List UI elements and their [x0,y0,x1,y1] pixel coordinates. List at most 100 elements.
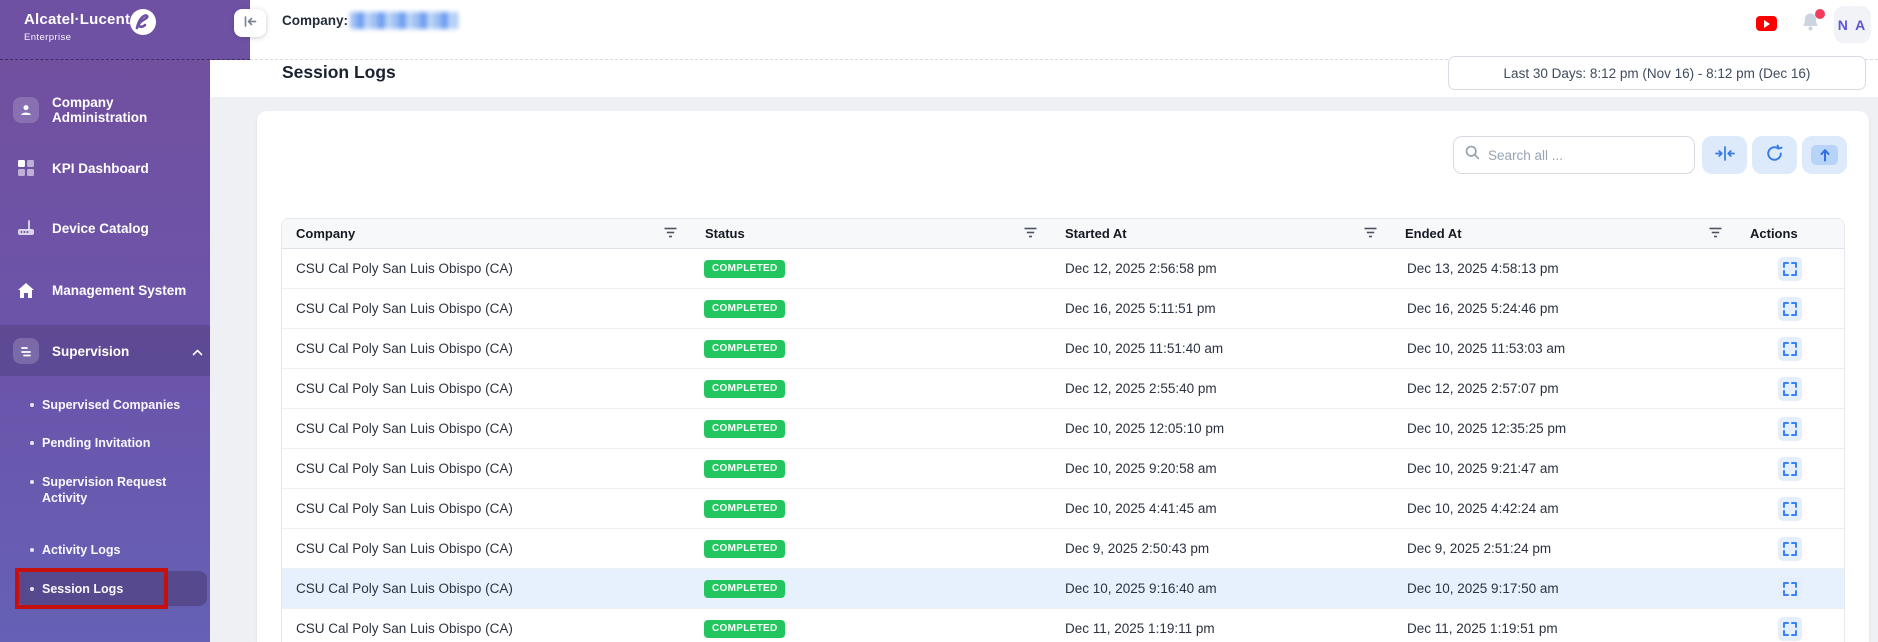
notification-dot [1815,9,1825,19]
ended-at-cell: Dec 12, 2025 2:57:07 pm [1407,381,1559,396]
table-row[interactable]: CSU Cal Poly San Luis Obispo (CA) COMPLE… [282,409,1844,449]
table-row[interactable]: CSU Cal Poly San Luis Obispo (CA) COMPLE… [282,569,1844,609]
expand-row-button[interactable] [1778,416,1802,441]
grid-icon [13,155,39,181]
filter-icon[interactable] [1709,226,1722,241]
column-header-started-at[interactable]: Started At [1051,219,1391,248]
table-row[interactable]: CSU Cal Poly San Luis Obispo (CA) COMPLE… [282,609,1844,642]
sidebar: Company Administration KPI Dashboard Dev… [0,60,210,642]
ended-at-cell: Dec 10, 2025 9:21:47 am [1407,461,1559,476]
brand-name: Alcatel·Lucent [24,11,131,28]
company-cell: CSU Cal Poly San Luis Obispo (CA) [296,581,513,596]
status-badge: COMPLETED [704,379,786,398]
table-row[interactable]: CSU Cal Poly San Luis Obispo (CA) COMPLE… [282,329,1844,369]
ale-logo-icon [128,7,158,42]
sidebar-item-kpi-dashboard[interactable]: KPI Dashboard [0,148,210,188]
brand-logo-block: Alcatel·Lucent Enterprise [0,0,250,60]
column-header-actions: Actions [1750,226,1798,241]
filter-icon[interactable] [1024,226,1037,241]
started-at-cell: Dec 10, 2025 11:51:40 am [1065,341,1224,356]
ended-at-cell: Dec 10, 2025 12:35:25 pm [1407,421,1567,436]
expand-row-button[interactable] [1778,616,1802,641]
session-logs-table: Company Status Started At Ended At Actio… [281,218,1845,642]
youtube-icon[interactable] [1756,16,1777,31]
table-row[interactable]: CSU Cal Poly San Luis Obispo (CA) COMPLE… [282,449,1844,489]
expand-row-button[interactable] [1778,576,1802,601]
started-at-cell: Dec 10, 2025 9:20:58 am [1065,461,1217,476]
started-at-cell: Dec 11, 2025 1:19:11 pm [1065,621,1215,636]
started-at-cell: Dec 10, 2025 9:16:40 am [1065,581,1217,596]
status-badge: COMPLETED [704,579,786,598]
table-row[interactable]: CSU Cal Poly San Luis Obispo (CA) COMPLE… [282,289,1844,329]
collapse-columns-button[interactable] [1702,136,1747,174]
filter-icon[interactable] [1364,226,1377,241]
sidebar-item-label: Management System [52,282,187,298]
started-at-cell: Dec 10, 2025 12:05:10 pm [1065,421,1225,436]
sidebar-item-label: KPI Dashboard [52,160,149,176]
notifications-bell-icon[interactable] [1801,9,1825,37]
table-row[interactable]: CSU Cal Poly San Luis Obispo (CA) COMPLE… [282,369,1844,409]
table-header-row: Company Status Started At Ended At Actio… [282,219,1844,249]
status-badge: COMPLETED [704,539,786,558]
sidebar-item-session-logs[interactable]: Session Logs [29,581,123,597]
expand-row-button[interactable] [1778,296,1802,321]
ended-at-cell: Dec 10, 2025 11:53:03 am [1407,341,1566,356]
expand-row-button[interactable] [1778,456,1802,481]
search-input[interactable] [1488,147,1683,163]
started-at-cell: Dec 12, 2025 2:55:40 pm [1065,381,1217,396]
sidebar-item-company-administration[interactable]: Company Administration [0,90,210,130]
column-header-ended-at[interactable]: Ended At [1391,219,1736,248]
sidebar-collapse-button[interactable] [234,9,266,37]
column-header-company[interactable]: Company [282,219,691,248]
home-icon [13,277,39,303]
date-range-picker[interactable]: Last 30 Days: 8:12 pm (Nov 16) - 8:12 pm… [1448,56,1866,90]
collapse-arrow-icon [242,15,258,31]
sidebar-item-supervision-request-activity[interactable]: Supervision Request Activity [30,474,167,506]
sidebar-item-label: Supervision [52,343,130,359]
filter-icon[interactable] [664,226,677,241]
ended-at-cell: Dec 9, 2025 2:51:24 pm [1407,541,1552,556]
chevron-up-icon [192,343,203,361]
company-cell: CSU Cal Poly San Luis Obispo (CA) [296,461,513,476]
refresh-icon [1765,144,1784,166]
router-icon [13,215,39,241]
status-badge: COMPLETED [704,339,786,358]
sidebar-item-supervised-companies[interactable]: Supervised Companies [29,397,180,413]
status-badge: COMPLETED [704,299,786,318]
company-cell: CSU Cal Poly San Luis Obispo (CA) [296,381,513,396]
status-badge: COMPLETED [704,619,786,638]
table-body: CSU Cal Poly San Luis Obispo (CA) COMPLE… [282,249,1844,642]
company-label: Company: [282,13,349,28]
started-at-cell: Dec 10, 2025 4:41:45 am [1065,501,1217,516]
ended-at-cell: Dec 10, 2025 4:42:24 am [1407,501,1559,516]
sidebar-item-supervision[interactable]: Supervision [0,331,210,371]
company-cell: CSU Cal Poly San Luis Obispo (CA) [296,421,513,436]
sidebar-item-activity-logs[interactable]: Activity Logs [30,542,121,558]
sidebar-header-divider [0,59,250,60]
started-at-cell: Dec 16, 2025 5:11:51 pm [1065,301,1216,316]
status-badge: COMPLETED [704,259,786,278]
expand-row-button[interactable] [1778,256,1802,281]
table-row[interactable]: CSU Cal Poly San Luis Obispo (CA) COMPLE… [282,489,1844,529]
expand-row-button[interactable] [1778,496,1802,521]
sidebar-item-pending-invitation[interactable]: Pending Invitation [29,435,150,451]
expand-row-button[interactable] [1778,336,1802,361]
expand-row-button[interactable] [1778,536,1802,561]
column-header-status[interactable]: Status [691,219,1051,248]
ended-at-cell: Dec 13, 2025 4:58:13 pm [1407,261,1559,276]
sidebar-item-management-system[interactable]: Management System [0,270,210,310]
sidebar-item-label: Company Administration [52,95,148,125]
export-button[interactable] [1802,136,1847,174]
user-badge-icon [13,97,39,123]
top-bar [0,0,1878,60]
refresh-button[interactable] [1752,136,1797,174]
table-row[interactable]: CSU Cal Poly San Luis Obispo (CA) COMPLE… [282,529,1844,569]
search-icon [1465,145,1480,165]
table-row[interactable]: CSU Cal Poly San Luis Obispo (CA) COMPLE… [282,249,1844,289]
brand-subtitle: Enterprise [24,32,72,43]
expand-row-button[interactable] [1778,376,1802,401]
user-avatar[interactable]: N A [1834,6,1871,43]
page-title: Session Logs [282,62,396,82]
sidebar-item-device-catalog[interactable]: Device Catalog [0,208,210,248]
ended-at-cell: Dec 10, 2025 9:17:50 am [1407,581,1559,596]
